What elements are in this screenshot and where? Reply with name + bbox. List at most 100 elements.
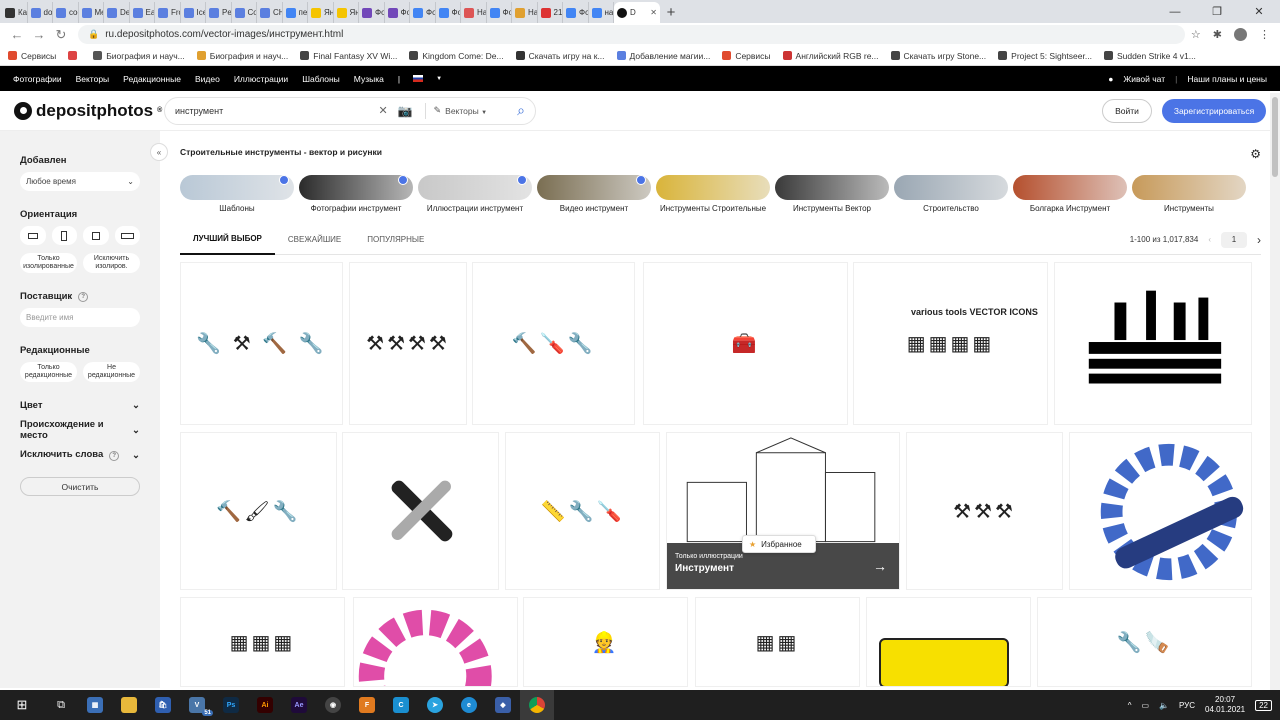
image-blue-tools[interactable]: 🔧🪚 [1037,597,1252,687]
bookmark-item[interactable]: Английский RGB re... [782,51,879,61]
maximize-icon[interactable]: ❐ [1196,0,1238,23]
related-chip[interactable]: Иллюстрации инструмент [418,175,532,213]
edge-icon[interactable]: e [452,690,486,720]
app-blue-icon[interactable]: ◆ [486,690,520,720]
origin-filter[interactable]: Происхождение и место ⌄ [20,419,140,441]
editorial-only-button[interactable]: Только редакционные [20,362,77,382]
browser-tab[interactable]: 21 м [538,2,563,23]
menu-icon[interactable]: ⋮ [1259,28,1270,41]
bookmark-item[interactable]: Sudden Strike 4 v1... [1103,51,1196,61]
new-tab-button[interactable]: + [660,2,682,23]
image-tool-icons-set[interactable]: 🔧 ⚒ 🔨 🔧 [180,262,343,425]
vk-icon[interactable]: V 51 [180,690,214,720]
plans-link[interactable]: Наши планы и цены [1187,74,1267,84]
browser-tab[interactable]: Desi [104,2,130,23]
forward-icon[interactable]: → [28,27,50,42]
clear-filters-button[interactable]: Очистить [20,477,140,496]
store-icon[interactable]: 🛍 [146,690,180,720]
bookmark-star-icon[interactable]: ☆ [1191,28,1201,41]
image-line-tool-icons[interactable]: 📏🔧🪛 [505,432,660,590]
browser-tab[interactable]: Ice C [181,2,206,23]
image-tools-silhouettes[interactable]: ⚒⚒⚒⚒ [349,262,467,425]
sort-tab[interactable]: ЛУЧШИЙ ВЫБОР [180,225,275,255]
chrome-icon[interactable] [520,690,554,720]
browser-tab[interactable]: Форі [487,2,512,23]
minimize-icon[interactable]: — [1154,0,1196,23]
bookmark-item[interactable]: Скачать игру Stone... [890,51,986,61]
help-icon[interactable]: ? [78,291,89,302]
next-page-icon[interactable]: › [1257,233,1261,247]
browser-tab[interactable]: Cook [232,2,257,23]
browser-tab[interactable]: CHR [257,2,283,23]
bookmark-item[interactable]: Project 5: Sightseer... [998,51,1092,61]
related-chip[interactable]: Болгарка Инструмент [1013,175,1127,213]
telegram-icon[interactable]: ➤ [418,690,452,720]
added-filter-select[interactable]: Любое время ⌄ [20,172,140,191]
bookmark-item[interactable]: Добавление магии... [616,51,710,61]
login-button[interactable]: Войти [1102,98,1152,123]
non-editorial-button[interactable]: Не редакционные [83,362,140,382]
browser-tab[interactable]: Карт [2,2,28,23]
app-f-icon[interactable]: F [350,690,384,720]
page-number-input[interactable]: 1 [1221,231,1247,248]
top-nav-item[interactable]: Видео [195,74,220,84]
browser-tab[interactable]: Янде [334,2,359,23]
top-nav-item[interactable]: Иллюстрации [234,74,288,84]
exclude-isolated-button[interactable]: Исключить изолиров. [83,253,140,273]
browser-tab-active[interactable]: D ✕ [614,2,660,23]
register-button[interactable]: Зарегистрироваться [1162,98,1266,123]
bookmark-item[interactable]: Сервисы [8,51,56,61]
language-indicator[interactable]: РУС [1179,701,1195,710]
related-chip[interactable]: Инструменты [1132,175,1246,213]
bookmark-item[interactable]: Скачать игру на к... [515,51,605,61]
top-nav-item[interactable]: Музыка [354,74,384,84]
image-construction-icons[interactable]: ▦▦▦ [180,597,345,687]
volume-icon[interactable]: 🔈 [1159,701,1169,710]
favorites-popup[interactable]: ★ Избранное [742,535,816,553]
browser-tab[interactable]: Форі [436,2,461,23]
notification-center-icon[interactable]: 22 [1255,699,1272,711]
orientation-square-button[interactable] [83,226,109,245]
browser-tab[interactable]: doug [28,2,53,23]
live-chat-link[interactable]: Живой чат [1123,74,1165,84]
bookmark-item[interactable]: Final Fantasy XV Wi... [300,51,397,61]
camera-icon[interactable]: 📷 [398,104,413,118]
ccleaner-icon[interactable]: C [384,690,418,720]
task-view-icon[interactable]: ⧉ [44,690,78,720]
image-toolbox-logo[interactable] [1054,262,1252,425]
russian-flag-icon[interactable] [413,75,424,82]
network-icon[interactable]: ▭ [1141,701,1149,710]
illustrator-icon[interactable]: Ai [248,690,282,720]
top-nav-item[interactable]: Векторы [76,74,110,84]
bookmark-item[interactable]: Kingdom Come: De... [409,51,504,61]
browser-tab[interactable]: Форі [385,2,410,23]
image-pink-gear[interactable] [353,597,518,687]
image-tool-sketches[interactable]: ⚒⚒⚒ [906,432,1063,590]
profile-icon[interactable] [1234,28,1247,41]
camera-app-icon[interactable]: ◉ [316,690,350,720]
page-scrollbar[interactable] [1270,93,1280,690]
top-nav-item[interactable]: Шаблоны [302,74,340,84]
scrollbar-thumb[interactable] [1272,97,1278,177]
chevron-down-icon[interactable]: ▼ [436,76,442,82]
settings-gear-icon[interactable]: ⚙ [1250,147,1261,161]
help-icon[interactable]: ? [109,451,120,461]
browser-tab[interactable]: набс [589,2,614,23]
browser-tab[interactable]: cook [53,2,79,23]
search-input[interactable]: инструмент [175,106,378,116]
search-icon[interactable]: ⌕ [517,102,525,119]
top-nav-item[interactable]: Фотографии [13,74,62,84]
browser-tab[interactable]: Форі [359,2,385,23]
after-effects-icon[interactable]: Ae [282,690,316,720]
tray-arrow-icon[interactable]: ^ [1128,701,1132,710]
arrow-right-icon[interactable]: → [873,558,887,574]
image-builder-cartoon[interactable]: 👷 [523,597,688,687]
extensions-icon[interactable]: ✱ [1213,28,1222,41]
bookmark-item[interactable]: Биография и науч... [93,51,185,61]
bookmark-item[interactable]: Сервисы [722,51,771,61]
close-window-icon[interactable]: ✕ [1238,0,1280,23]
bookmark-item[interactable]: Биография и науч... [196,51,288,61]
orientation-vertical-button[interactable] [51,226,77,245]
file-explorer-icon[interactable] [112,690,146,720]
related-chip[interactable]: Фотографии инструмент [299,175,413,213]
